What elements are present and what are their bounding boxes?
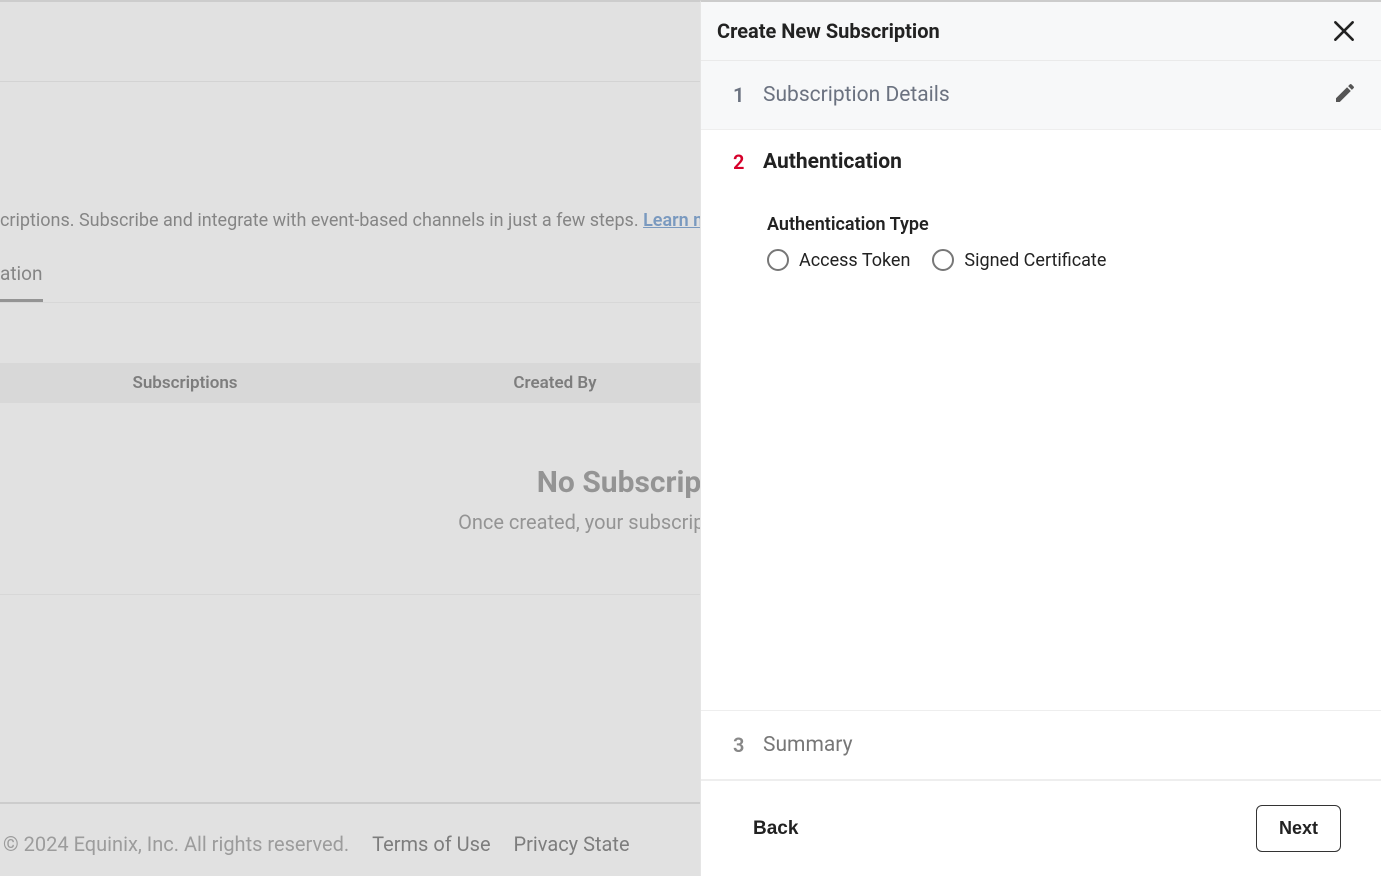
description-text: criptions. Subscribe and integrate with … <box>0 210 643 231</box>
close-icon[interactable] <box>1331 18 1357 44</box>
column-created-by: Created By <box>370 373 740 393</box>
back-button[interactable]: Back <box>753 818 798 840</box>
panel-title: Create New Subscription <box>717 19 940 43</box>
panel-footer: Back Next <box>701 780 1381 876</box>
tab-active[interactable]: ation <box>0 244 43 302</box>
panel-header: Create New Subscription <box>701 2 1381 61</box>
step-number-2: 2 <box>733 150 763 174</box>
auth-type-radio-group: Access Token Signed Certificate <box>767 249 1357 271</box>
radio-label-signed-cert: Signed Certificate <box>964 250 1106 271</box>
step-number-3: 3 <box>733 733 763 757</box>
radio-label-access-token: Access Token <box>799 250 910 271</box>
radio-icon <box>767 249 789 271</box>
step-subscription-details[interactable]: 1 Subscription Details <box>701 61 1381 130</box>
step-label-1: Subscription Details <box>763 83 1333 107</box>
radio-icon <box>932 249 954 271</box>
footer-copyright: © 2024 Equinix, Inc. All rights reserved… <box>3 832 349 856</box>
step-summary: 3 Summary <box>701 710 1381 780</box>
radio-signed-certificate[interactable]: Signed Certificate <box>932 249 1106 271</box>
footer-privacy-link[interactable]: Privacy State <box>514 832 630 856</box>
step-number-1: 1 <box>733 83 763 107</box>
pencil-icon[interactable] <box>1333 81 1357 109</box>
step-authentication: 2 Authentication <box>701 130 1381 194</box>
radio-access-token[interactable]: Access Token <box>767 249 910 271</box>
footer-terms-link[interactable]: Terms of Use <box>372 832 490 856</box>
step-label-2: Authentication <box>763 150 1357 174</box>
step-label-3: Summary <box>763 733 1357 757</box>
auth-type-label: Authentication Type <box>767 214 1357 235</box>
column-subscriptions: Subscriptions <box>0 373 370 393</box>
create-subscription-panel: Create New Subscription 1 Subscription D… <box>700 0 1381 876</box>
next-button[interactable]: Next <box>1256 805 1341 852</box>
authentication-content: Authentication Type Access Token Signed … <box>701 194 1381 710</box>
